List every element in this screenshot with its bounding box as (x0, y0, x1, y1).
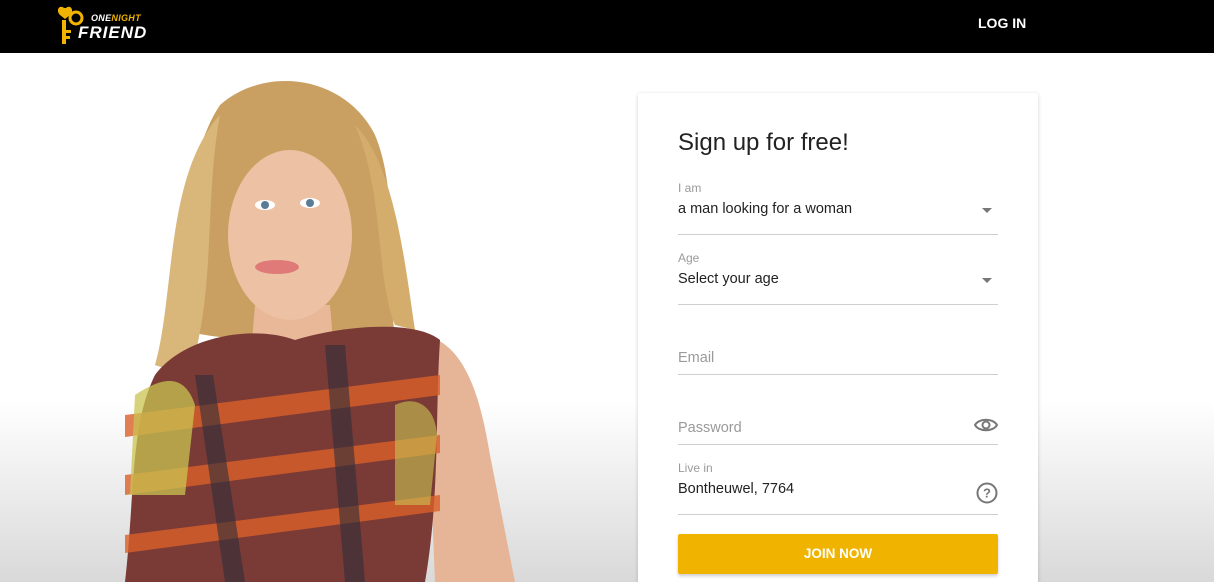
help-circle-icon[interactable]: ? (976, 482, 998, 504)
password-placeholder: Password (678, 420, 742, 436)
email-field[interactable]: Email (678, 321, 998, 375)
hero-photo-woman (125, 81, 515, 582)
top-nav-bar: ONENIGHT FRIEND LOG IN (0, 0, 1214, 53)
gender-value: a man looking for a woman (678, 201, 853, 217)
age-value: Select your age (678, 271, 779, 287)
location-label: Live in (678, 461, 713, 475)
location-field[interactable]: Live in Bontheuwel, 7764 ? (678, 461, 998, 515)
svg-text:?: ? (983, 486, 991, 501)
site-logo[interactable]: ONENIGHT FRIEND (56, 4, 146, 46)
login-link[interactable]: LOG IN (978, 15, 1026, 31)
age-select[interactable]: Age Select your age (678, 251, 998, 305)
signup-title: Sign up for free! (678, 129, 849, 156)
password-field[interactable]: Password (678, 391, 998, 445)
gender-select[interactable]: I am a man looking for a woman (678, 181, 998, 235)
logo-text-bottom: FRIEND (78, 23, 148, 42)
caret-down-icon (982, 278, 992, 283)
email-placeholder: Email (678, 350, 715, 366)
gender-label: I am (678, 181, 702, 195)
join-now-button[interactable]: JOIN NOW (678, 534, 998, 574)
logo-text-top: ONENIGHT (91, 13, 141, 23)
caret-down-icon (982, 208, 992, 213)
page: ONENIGHT FRIEND LOG IN Sign up for free!… (0, 0, 1214, 582)
location-value: Bontheuwel, 7764 (678, 481, 795, 497)
eye-icon[interactable] (974, 416, 998, 434)
age-label: Age (678, 251, 700, 265)
signup-card: Sign up for free! I am a man looking for… (638, 93, 1038, 582)
